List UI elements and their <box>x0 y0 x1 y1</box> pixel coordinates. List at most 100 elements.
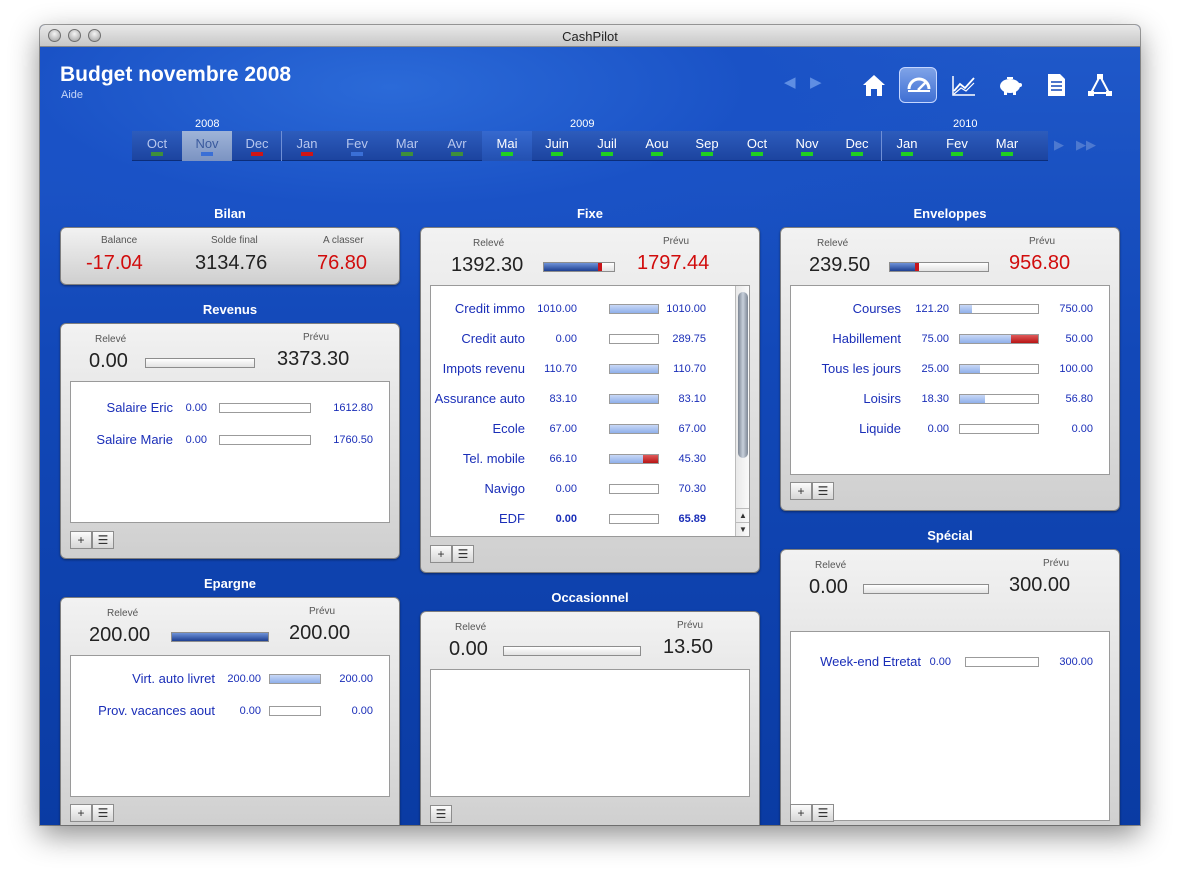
help-link[interactable]: Aide <box>61 89 83 101</box>
list-item[interactable]: Credit auto 0.00 289.75 <box>431 331 737 351</box>
timeline-month[interactable]: Nov <box>182 131 232 161</box>
nav-forward-button[interactable]: ▶ <box>810 73 822 91</box>
add-button[interactable]: + <box>790 482 812 500</box>
section-title-enveloppes: Enveloppes <box>913 206 987 221</box>
timeline-month[interactable]: Fev <box>332 131 382 161</box>
timeline-month[interactable]: Oct <box>732 131 782 161</box>
releve-caption: Relevé <box>817 238 849 249</box>
list-item[interactable]: Loisirs 18.30 56.80 <box>791 391 1109 411</box>
list-item[interactable]: Assurance auto 83.10 83.10 <box>431 391 737 411</box>
prevu-total: 200.00 <box>289 622 351 644</box>
month-status-bar <box>901 152 913 156</box>
timeline-month[interactable]: Avr <box>432 131 482 161</box>
menu-button[interactable]: ☰ <box>812 804 834 822</box>
list-item[interactable]: Impots revenu 110.70 110.70 <box>431 361 737 381</box>
list-item[interactable]: Navigo 0.00 70.30 <box>431 481 737 501</box>
special-list[interactable]: Week-end Etretat 0.00 300.00 <box>790 631 1110 821</box>
menu-button[interactable]: ☰ <box>812 482 834 500</box>
timeline-month[interactable]: Aou <box>632 131 682 161</box>
menu-button[interactable]: ☰ <box>92 804 114 822</box>
item-releve: 75.00 <box>921 333 949 345</box>
item-name: Credit auto <box>461 331 525 346</box>
month-label: Mai <box>496 136 518 151</box>
item-progress-bar <box>959 394 1039 404</box>
list-item[interactable]: Ecole 67.00 67.00 <box>431 421 737 441</box>
timeline-month[interactable]: Juin <box>532 131 582 161</box>
menu-button[interactable]: ☰ <box>92 531 114 549</box>
scroll-thumb[interactable] <box>738 292 748 458</box>
scroll-down-arrow[interactable]: ▼ <box>736 522 749 536</box>
home-icon[interactable] <box>855 67 893 103</box>
timeline-month[interactable]: Dec <box>832 131 882 161</box>
month-status-bar <box>401 152 413 156</box>
total-progress-marker <box>597 263 602 271</box>
timeline-month[interactable]: Mar <box>382 131 432 161</box>
menu-button[interactable]: ☰ <box>430 805 452 823</box>
timeline-month[interactable]: Nov <box>782 131 832 161</box>
releve-total: 0.00 <box>89 350 128 372</box>
fixe-list[interactable]: Credit immo 1010.00 1010.00 Credit auto 0.00… <box>430 285 750 537</box>
month-status-bar <box>151 152 163 156</box>
total-progress-bar <box>171 632 269 642</box>
network-icon[interactable] <box>1081 67 1119 103</box>
document-icon[interactable] <box>1037 67 1075 103</box>
timeline-month[interactable]: Juil <box>582 131 632 161</box>
list-item[interactable]: Credit immo 1010.00 1010.00 <box>431 301 737 321</box>
balance-caption: Balance <box>101 235 138 246</box>
item-progress-bar <box>269 674 321 684</box>
timeline-fast-forward-button[interactable]: ▶▶ <box>1076 137 1096 153</box>
item-progress-fill <box>610 305 658 313</box>
item-name: Assurance auto <box>434 391 525 406</box>
enveloppes-list[interactable]: Courses 121.20 750.00 Habillement 75.00 50.00… <box>790 285 1110 475</box>
list-item[interactable]: Week-end Etretat 0.00 300.00 <box>791 654 1109 674</box>
timeline-forward-button[interactable]: ▶ <box>1054 137 1064 153</box>
item-name: Tous les jours <box>821 361 901 376</box>
timeline-month[interactable]: Sep <box>682 131 732 161</box>
item-name: Courses <box>852 301 901 316</box>
prevu-caption: Prévu <box>1029 236 1056 247</box>
list-item[interactable]: Salaire Marie 0.00 1760.50 <box>71 432 389 452</box>
list-item[interactable]: Tous les jours 25.00 100.00 <box>791 361 1109 381</box>
total-progress-fill <box>544 263 598 271</box>
scroll-up-arrow[interactable]: ▲ <box>736 508 749 522</box>
list-item[interactable]: EDF 0.00 65.89 <box>431 511 737 531</box>
occasionnel-list[interactable] <box>430 669 750 797</box>
list-scrollbar[interactable]: ▲ ▼ <box>735 286 749 536</box>
nav-back-button[interactable]: ◀ <box>784 73 796 91</box>
month-status-bar <box>351 152 363 156</box>
add-button[interactable]: + <box>790 804 812 822</box>
epargne-list[interactable]: Virt. auto livret 200.00 200.00 Prov. vacan… <box>70 655 390 797</box>
list-item[interactable]: Courses 121.20 750.00 <box>791 301 1109 321</box>
month-status-bar <box>1001 152 1013 156</box>
timeline-month[interactable]: Oct <box>132 131 182 161</box>
list-item[interactable]: Virt. auto livret 200.00 200.00 <box>71 671 389 691</box>
enveloppes-panel: Relevé 239.50 Prévu 956.80 Courses 121.20 750.… <box>780 227 1120 511</box>
menu-button[interactable]: ☰ <box>452 545 474 563</box>
add-button[interactable]: + <box>70 531 92 549</box>
timeline-month[interactable]: Mar <box>982 131 1032 161</box>
item-overspend-fill <box>642 455 658 463</box>
item-prevu: 83.10 <box>678 393 706 405</box>
timeline-month[interactable]: Fev <box>932 131 982 161</box>
list-item[interactable]: Prov. vacances aout 0.00 0.00 <box>71 703 389 723</box>
timeline-month[interactable]: Jan <box>282 131 332 161</box>
chart-icon[interactable] <box>945 67 983 103</box>
timeline-month[interactable]: Jan <box>882 131 932 161</box>
list-item[interactable]: Habillement 75.00 50.00 <box>791 331 1109 351</box>
item-prevu: 200.00 <box>339 673 373 685</box>
revenus-list[interactable]: Salaire Eric 0.00 1612.80 Salaire Marie 0.00… <box>70 381 390 523</box>
timeline-month[interactable]: Dec <box>232 131 282 161</box>
list-item[interactable]: Tel. mobile 66.10 45.30 <box>431 451 737 471</box>
list-item[interactable]: Liquide 0.00 0.00 <box>791 421 1109 441</box>
add-button[interactable]: + <box>70 804 92 822</box>
timeline-month[interactable]: Mai <box>482 131 532 161</box>
item-prevu: 45.30 <box>678 453 706 465</box>
piggy-bank-icon[interactable] <box>991 67 1029 103</box>
section-title-special: Spécial <box>927 528 973 543</box>
title-bar[interactable]: CashPilot <box>40 25 1140 47</box>
list-item[interactable]: Salaire Eric 0.00 1612.80 <box>71 400 389 420</box>
add-button[interactable]: + <box>430 545 452 563</box>
prevu-caption: Prévu <box>677 620 704 631</box>
releve-total: 0.00 <box>449 638 488 660</box>
budget-gauge-icon[interactable] <box>899 67 937 103</box>
